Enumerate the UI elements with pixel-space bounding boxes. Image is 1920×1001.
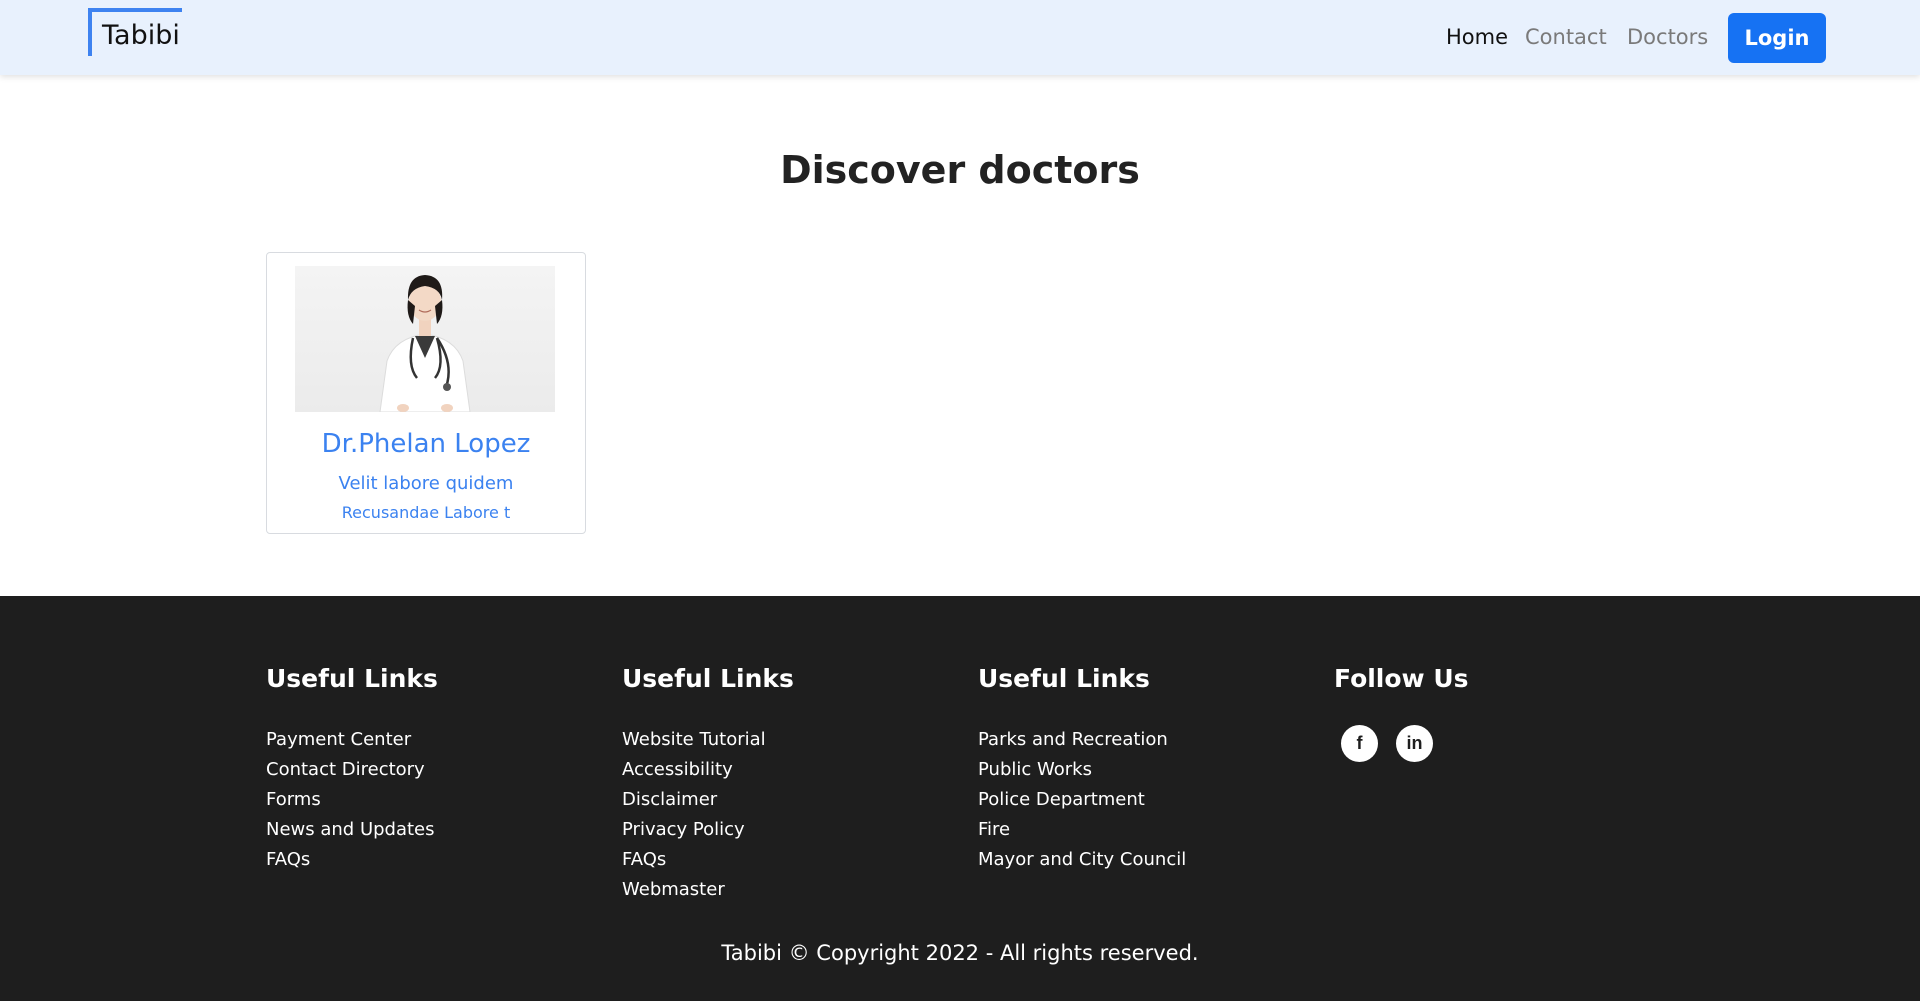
page-title: Discover doctors [780,148,1140,192]
doctor-hospital: Recusandae Labore t [341,503,511,522]
facebook-icon[interactable]: f [1341,725,1378,762]
footer-link-forms[interactable]: Forms [266,785,438,815]
doctor-name[interactable]: Dr.Phelan Lopez [267,429,585,459]
footer-follow-heading: Follow Us [1334,664,1469,693]
brand-name[interactable]: Tabibi [102,20,180,51]
footer-heading: Useful Links [622,664,794,693]
footer-link-website-tutorial[interactable]: Website Tutorial [622,725,794,755]
footer-column-1: Useful Links Payment Center Contact Dire… [266,664,438,875]
footer: Useful Links Payment Center Contact Dire… [0,596,1920,1001]
footer-column-2: Useful Links Website Tutorial Accessibil… [622,664,794,905]
nav-contact[interactable]: Contact [1525,25,1607,49]
nav-doctors[interactable]: Doctors [1627,25,1708,49]
footer-link-news-updates[interactable]: News and Updates [266,815,438,845]
copyright-text: Tabibi © Copyright 2022 - All rights res… [721,941,1199,965]
footer-link-police-department[interactable]: Police Department [978,785,1186,815]
footer-link-accessibility[interactable]: Accessibility [622,755,794,785]
footer-link-public-works[interactable]: Public Works [978,755,1186,785]
brand-logo[interactable]: Tabibi [88,8,182,56]
footer-link-fire[interactable]: Fire [978,815,1186,845]
footer-link-mayor-council[interactable]: Mayor and City Council [978,845,1186,875]
social-links: f in [1341,725,1469,762]
doctor-figure-icon [379,275,471,412]
footer-link-payment-center[interactable]: Payment Center [266,725,438,755]
footer-link-faqs[interactable]: FAQs [622,845,794,875]
footer-link-webmaster[interactable]: Webmaster [622,875,794,905]
footer-heading: Useful Links [266,664,438,693]
footer-column-3: Useful Links Parks and Recreation Public… [978,664,1186,875]
nav-home[interactable]: Home [1446,25,1508,49]
doctor-photo[interactable] [295,266,555,412]
footer-follow-column: Follow Us f in [1334,664,1469,762]
login-button[interactable]: Login [1728,13,1826,63]
navbar: Tabibi Home Contact Doctors Login [0,0,1920,75]
doctor-card[interactable]: Dr.Phelan Lopez Velit labore quidem Recu… [266,252,586,534]
footer-link-disclaimer[interactable]: Disclaimer [622,785,794,815]
footer-link-privacy-policy[interactable]: Privacy Policy [622,815,794,845]
footer-link-faqs[interactable]: FAQs [266,845,438,875]
footer-link-contact-directory[interactable]: Contact Directory [266,755,438,785]
doctor-specialty: Velit labore quidem [338,473,514,494]
linkedin-icon[interactable]: in [1396,725,1433,762]
footer-link-parks-recreation[interactable]: Parks and Recreation [978,725,1186,755]
footer-heading: Useful Links [978,664,1150,693]
